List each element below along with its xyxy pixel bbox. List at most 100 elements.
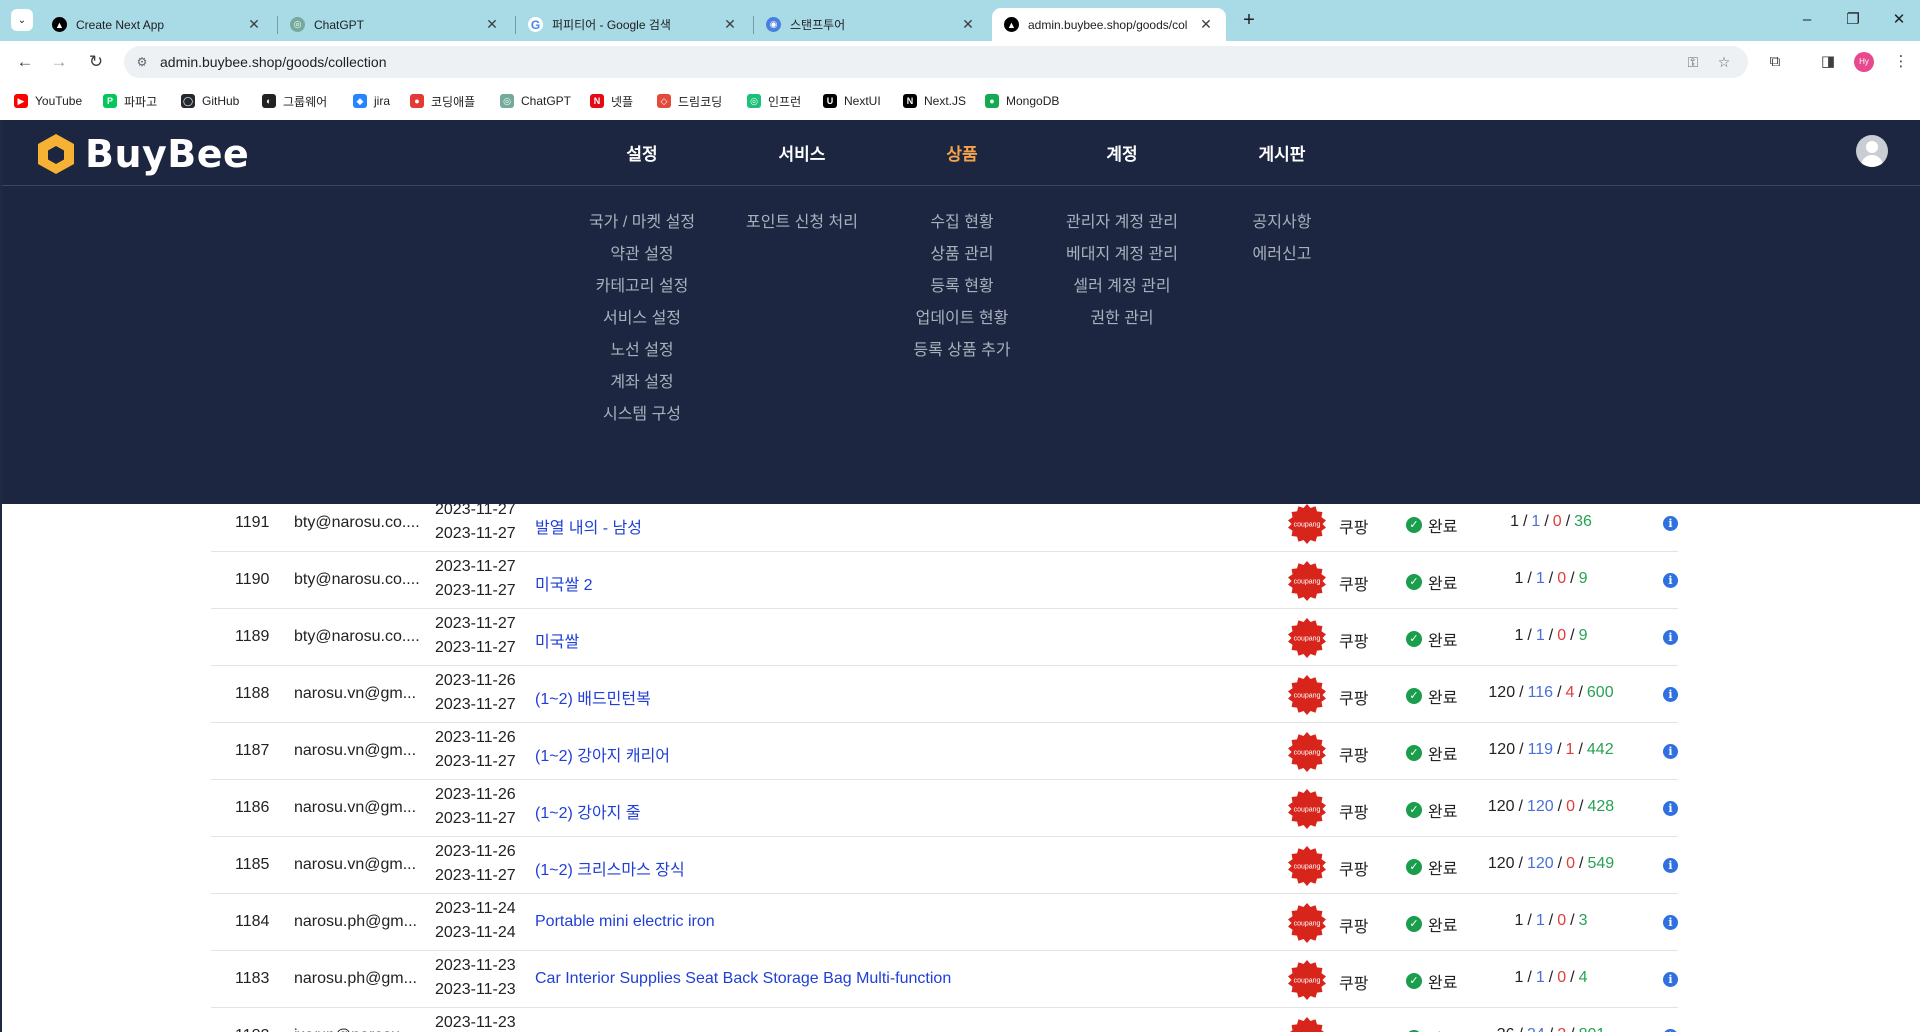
extensions-icon[interactable]: ⧉: [1764, 51, 1786, 73]
user-avatar[interactable]: [1856, 135, 1888, 167]
tab-search-button[interactable]: ⌄: [11, 9, 33, 31]
menu-link[interactable]: 등록 상품 추가: [882, 336, 1042, 368]
menu-link[interactable]: 수집 현황: [882, 208, 1042, 240]
close-window-button[interactable]: ✕: [1884, 8, 1914, 32]
menu-link[interactable]: 에러신고: [1202, 240, 1362, 272]
more-menu-icon[interactable]: ⋮: [1890, 51, 1912, 73]
nav-services[interactable]: 서비스: [722, 140, 882, 165]
new-tab-button[interactable]: +: [1237, 9, 1261, 33]
reload-button[interactable]: ↻: [83, 49, 109, 75]
info-icon[interactable]: i: [1663, 972, 1678, 987]
side-panel-icon[interactable]: ◨: [1817, 51, 1839, 73]
bookmark-item[interactable]: ◐ 그룹웨어: [262, 82, 327, 120]
row-user: bty@narosu.co....: [294, 514, 420, 531]
minimize-button[interactable]: –: [1792, 8, 1822, 32]
browser-tab[interactable]: ◎ ChatGPT ✕: [278, 8, 512, 41]
check-circle-icon: ✓: [1406, 973, 1422, 989]
info-icon[interactable]: i: [1663, 516, 1678, 531]
menu-link[interactable]: 업데이트 현황: [882, 304, 1042, 336]
table-row[interactable]: 1190 bty@narosu.co.... 2023-11-27 2023-11-2…: [211, 552, 1678, 609]
bookmark-item[interactable]: P 파파고: [103, 82, 157, 120]
tab-close-icon[interactable]: ✕: [722, 16, 738, 33]
tab-close-icon[interactable]: ✕: [484, 16, 500, 33]
table-row[interactable]: 1187 narosu.vn@gm... 2023-11-26 2023-11-27 (…: [211, 723, 1678, 780]
password-key-icon[interactable]: ⚿: [1684, 53, 1702, 71]
table-row[interactable]: 1185 narosu.vn@gm... 2023-11-26 2023-11-27 (…: [211, 837, 1678, 894]
bookmark-item[interactable]: ◯ GitHub: [181, 82, 239, 120]
forward-button[interactable]: →: [46, 49, 72, 75]
tab-close-icon[interactable]: ✕: [960, 16, 976, 33]
menu-link[interactable]: 상품 관리: [882, 240, 1042, 272]
count-separator: /: [1566, 1026, 1578, 1032]
nav-products[interactable]: 상품: [882, 140, 1042, 165]
bookmark-item[interactable]: ◎ 인프런: [747, 82, 801, 120]
menu-link[interactable]: 시스템 구성: [562, 400, 722, 432]
back-button[interactable]: ←: [12, 49, 38, 75]
tab-close-icon[interactable]: ✕: [246, 16, 262, 33]
menu-link[interactable]: 관리자 계정 관리: [1042, 208, 1202, 240]
menu-link[interactable]: 계좌 설정: [562, 368, 722, 400]
browser-tab[interactable]: G 퍼피티어 - Google 검색 ✕: [516, 8, 750, 41]
profile-avatar[interactable]: Hy: [1854, 52, 1874, 72]
row-title-link[interactable]: Portable mini electric iron: [535, 913, 715, 931]
menu-link[interactable]: 베대지 계정 관리: [1042, 240, 1202, 272]
bookmark-item[interactable]: N Next.JS: [903, 82, 966, 120]
info-icon[interactable]: i: [1663, 573, 1678, 588]
info-icon[interactable]: i: [1663, 801, 1678, 816]
nav-settings[interactable]: 설정: [562, 140, 722, 165]
table-row[interactable]: 1188 narosu.vn@gm... 2023-11-26 2023-11-27 (…: [211, 666, 1678, 723]
browser-tab[interactable]: ◉ 스탠프투어 ✕: [754, 8, 988, 41]
menu-link[interactable]: 공지사항: [1202, 208, 1362, 240]
bookmark-item[interactable]: ◆ jira: [353, 82, 390, 120]
restore-button[interactable]: ❐: [1838, 8, 1868, 32]
tab-close-icon[interactable]: ✕: [1198, 16, 1214, 33]
row-title-link[interactable]: 발열 내의 - 남성: [535, 514, 642, 538]
menu-link[interactable]: 약관 설정: [562, 240, 722, 272]
nav-accounts[interactable]: 계정: [1042, 140, 1202, 165]
table-row[interactable]: 1183 narosu.ph@gm... 2023-11-23 2023-11-23 C…: [211, 951, 1678, 1008]
table-row[interactable]: 1189 bty@narosu.co.... 2023-11-27 2023-11-2…: [211, 609, 1678, 666]
row-title-link[interactable]: (1~2) 강아지 캐리어: [535, 742, 670, 766]
menu-link[interactable]: 셀러 계정 관리: [1042, 272, 1202, 304]
info-icon[interactable]: i: [1663, 858, 1678, 873]
logo[interactable]: BuyBee: [35, 132, 249, 176]
table-row[interactable]: 1184 narosu.ph@gm... 2023-11-24 2023-11-24 P…: [211, 894, 1678, 951]
info-icon[interactable]: i: [1663, 687, 1678, 702]
row-title-link[interactable]: (1~2) 크리스마스 장식: [535, 856, 685, 880]
menu-link[interactable]: 카테고리 설정: [562, 272, 722, 304]
count-items: 600: [1586, 684, 1614, 701]
row-title-link[interactable]: (1~2) 배드민턴복: [535, 685, 651, 709]
count-separator: /: [1557, 855, 1563, 872]
bookmark-item[interactable]: ● 코딩애플: [410, 82, 475, 120]
site-info-icon[interactable]: ⚙: [134, 54, 150, 70]
row-title-link[interactable]: 미국쌀 2: [535, 571, 593, 595]
bookmark-label: 드림코딩: [678, 94, 723, 109]
menu-link[interactable]: 권한 관리: [1042, 304, 1202, 336]
table-row[interactable]: 1182jwyun@narosu....2023-11-232023-11-23…: [211, 1008, 1678, 1032]
menu-link[interactable]: 포인트 신청 처리: [722, 208, 882, 240]
menu-link[interactable]: 노선 설정: [562, 336, 722, 368]
bookmark-item[interactable]: ▶ YouTube: [14, 82, 82, 120]
row-title-link[interactable]: 미국쌀: [535, 628, 579, 652]
browser-tab-active[interactable]: ▲ admin.buybee.shop/goods/col ✕: [992, 8, 1226, 41]
address-bar[interactable]: ⚙ admin.buybee.shop/goods/collection ⚿ ☆: [124, 46, 1748, 78]
bookmark-item[interactable]: ◇ 드림코딩: [657, 82, 722, 120]
bookmark-star-icon[interactable]: ☆: [1715, 53, 1733, 71]
nav-board[interactable]: 게시판: [1202, 140, 1362, 165]
bookmark-item[interactable]: ● MongoDB: [985, 82, 1059, 120]
info-icon[interactable]: i: [1663, 744, 1678, 759]
menu-link[interactable]: 국가 / 마켓 설정: [562, 208, 722, 240]
bookmark-item[interactable]: N 넷플: [590, 82, 633, 120]
row-title-link[interactable]: 한복 머리띠: [535, 1027, 613, 1032]
bookmark-item[interactable]: U NextUI: [823, 82, 881, 120]
info-icon[interactable]: i: [1663, 630, 1678, 645]
menu-link[interactable]: 등록 현황: [882, 272, 1042, 304]
url-text[interactable]: admin.buybee.shop/goods/collection: [160, 54, 387, 70]
row-title-link[interactable]: Car Interior Supplies Seat Back Storage …: [535, 970, 951, 988]
menu-link[interactable]: 서비스 설정: [562, 304, 722, 336]
table-row[interactable]: 1186 narosu.vn@gm... 2023-11-26 2023-11-27 (…: [211, 780, 1678, 837]
bookmark-item[interactable]: ◎ ChatGPT: [500, 82, 571, 120]
row-title-link[interactable]: (1~2) 강아지 줄: [535, 799, 641, 823]
info-icon[interactable]: i: [1663, 915, 1678, 930]
browser-tab[interactable]: ▲ Create Next App ✕: [40, 8, 274, 41]
